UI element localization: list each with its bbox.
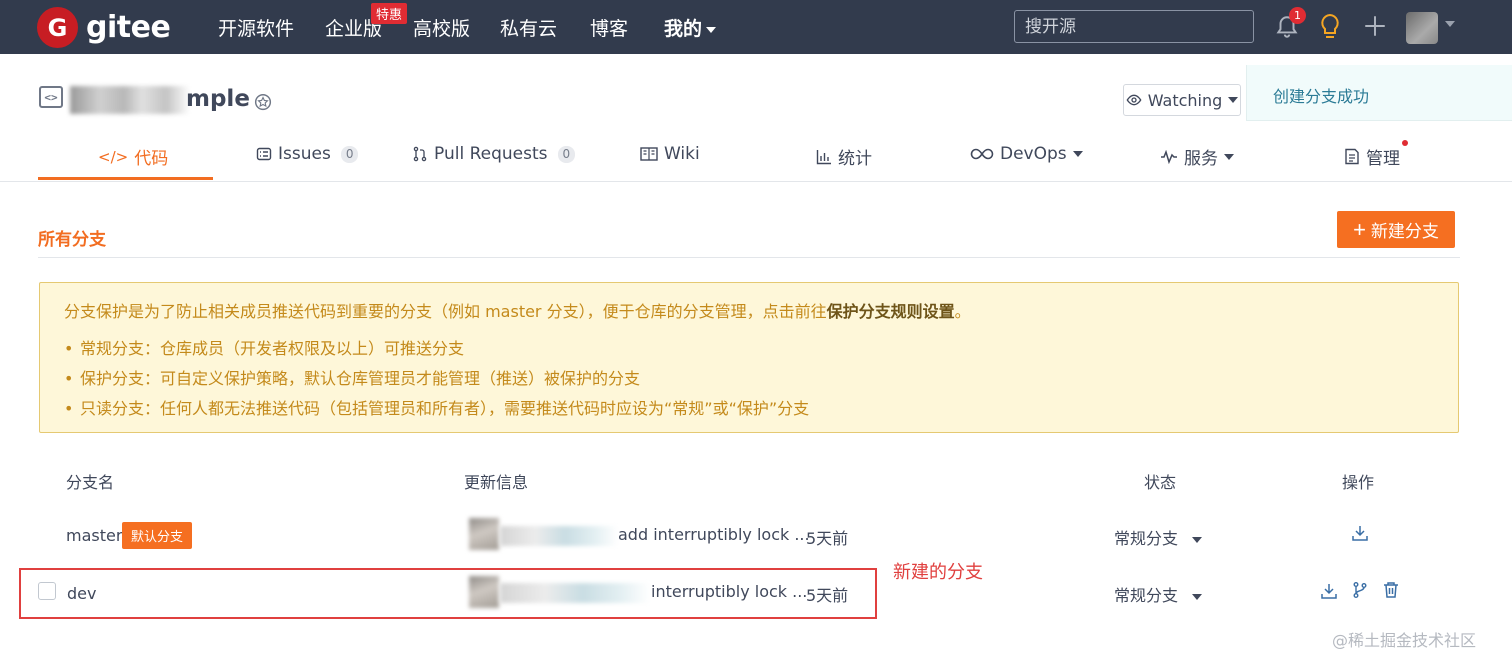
issues-count: 0	[340, 145, 359, 163]
gitee-logo-icon: G	[37, 7, 78, 48]
document-icon	[1345, 148, 1359, 165]
watermark: @稀土掘金技术社区	[1332, 631, 1477, 650]
services-chevron-down-icon	[1224, 153, 1234, 160]
tab-issues[interactable]: Issues 0	[256, 144, 359, 164]
tab-devops-label: DevOps	[1000, 144, 1067, 164]
annotation-label: 新建的分支	[893, 562, 983, 583]
search-input[interactable]	[1014, 10, 1254, 43]
pull-requests-count: 0	[557, 145, 576, 163]
code-icon: </>	[98, 147, 129, 166]
protection-settings-link[interactable]: 保护分支规则设置	[827, 302, 955, 321]
eye-icon	[1126, 94, 1142, 106]
issues-icon	[256, 147, 272, 161]
branch-status-select[interactable]: 常规分支	[1114, 582, 1203, 606]
chevron-down-icon	[706, 26, 717, 33]
notice-item-protected: 保护分支：可自定义保护策略，默认仓库管理员才能管理（推送）被保护的分支	[64, 364, 1434, 394]
new-branch-label: 新建分支	[1370, 222, 1439, 241]
notice-item-regular: 常规分支：仓库成员（开发者权限及以上）可推送分支	[64, 334, 1434, 364]
gitee-logo-text: gitee	[86, 10, 171, 45]
plus-icon: +	[1353, 216, 1366, 242]
nav-blog[interactable]: 博客	[590, 14, 628, 41]
success-toast: 创建分支成功	[1246, 65, 1512, 121]
tab-wiki-label: Wiki	[664, 144, 700, 164]
repo-code-icon: <>	[39, 86, 63, 108]
notification-count-badge: 1	[1289, 7, 1306, 24]
infinity-icon	[970, 148, 994, 160]
active-tab-indicator	[38, 177, 213, 180]
tab-wiki[interactable]: Wiki	[640, 144, 700, 164]
gitee-logo[interactable]: G gitee	[37, 7, 171, 48]
notice-list: 常规分支：仓库成员（开发者权限及以上）可推送分支 保护分支：可自定义保护策略，默…	[64, 334, 1434, 424]
nav-university[interactable]: 高校版	[413, 14, 470, 41]
plus-icon[interactable]	[1362, 13, 1388, 39]
watch-label: Watching	[1147, 90, 1223, 110]
user-avatar[interactable]	[1406, 12, 1438, 44]
watch-button[interactable]: Watching	[1123, 84, 1241, 116]
watch-chevron-down-icon	[1228, 97, 1239, 103]
notice-item-readonly: 只读分支：任何人都无法推送代码（包括管理员和所有者），需要推送代码时应设为“常规…	[64, 394, 1434, 424]
tab-services[interactable]: 服务	[1160, 144, 1234, 169]
chevron-down-icon	[1192, 593, 1203, 600]
notice-intro: 分支保护是为了防止相关成员推送代码到重要的分支（例如 master 分支），便于…	[64, 300, 1434, 323]
branch-protection-notice: 分支保护是为了防止相关成员推送代码到重要的分支（例如 master 分支），便于…	[39, 282, 1459, 433]
tab-pull-requests[interactable]: Pull Requests 0	[412, 144, 576, 164]
pull-request-icon	[413, 146, 427, 162]
column-header-status: 状态	[1144, 473, 1177, 492]
manage-alert-dot	[1402, 140, 1408, 146]
tab-manage-label: 管理	[1366, 149, 1400, 169]
branch-name-master[interactable]: master	[66, 526, 122, 545]
chevron-down-icon	[1192, 536, 1203, 543]
tab-issues-label: Issues	[278, 144, 331, 164]
commit-time: 5天前	[806, 529, 849, 548]
column-header-update: 更新信息	[464, 473, 529, 492]
tab-stats-label: 统计	[838, 149, 872, 169]
tab-services-label: 服务	[1184, 149, 1218, 169]
bar-chart-icon	[816, 149, 831, 164]
section-divider	[38, 257, 1460, 258]
recommend-badge-icon	[254, 94, 272, 111]
repo-tabs: </> 代码 Issues 0 Pull Requests 0 Wiki 统计	[0, 134, 1512, 182]
nav-mine-label: 我的	[664, 18, 703, 40]
branch-status-select[interactable]: 常规分支	[1114, 525, 1203, 549]
repo-name[interactable]: mple	[186, 86, 250, 112]
column-header-branch: 分支名	[66, 473, 115, 492]
new-branch-highlight	[19, 568, 877, 619]
nav-mine[interactable]: 我的	[664, 14, 717, 41]
tab-code[interactable]: </> 代码	[98, 144, 169, 170]
notice-intro-end: 。	[954, 302, 971, 321]
tab-manage[interactable]: 管理	[1344, 144, 1400, 169]
top-navbar: G gitee 开源软件 企业版 特惠 高校版 私有云 博客 我的 1	[0, 0, 1512, 54]
committer-avatar	[469, 518, 499, 550]
book-icon	[640, 147, 658, 161]
devops-chevron-down-icon	[1072, 151, 1083, 157]
tab-code-label: 代码	[134, 149, 169, 169]
download-icon[interactable]	[1351, 524, 1369, 542]
avatar-chevron-down-icon[interactable]	[1445, 21, 1455, 27]
pulse-icon	[1161, 149, 1177, 164]
page-title: 所有分支	[38, 230, 106, 250]
committer-name-redacted	[500, 526, 618, 546]
column-header-actions: 操作	[1342, 473, 1375, 492]
download-icon[interactable]	[1320, 582, 1338, 600]
nav-private-cloud[interactable]: 私有云	[500, 14, 557, 41]
new-branch-button[interactable]: + 新建分支	[1337, 211, 1455, 248]
notice-intro-text: 分支保护是为了防止相关成员推送代码到重要的分支（例如 master 分支），便于…	[64, 302, 827, 321]
lightbulb-icon[interactable]	[1318, 12, 1342, 42]
branch-status-value: 常规分支	[1114, 586, 1179, 605]
promo-badge: 特惠	[371, 3, 408, 24]
nav-open-source[interactable]: 开源软件	[218, 14, 294, 41]
tab-stats[interactable]: 统计	[816, 144, 872, 169]
branch-icon[interactable]	[1351, 581, 1369, 599]
trash-icon[interactable]	[1382, 581, 1400, 599]
tab-devops[interactable]: DevOps	[970, 144, 1083, 164]
repo-name-redacted	[70, 86, 190, 114]
branch-status-value: 常规分支	[1114, 529, 1179, 548]
default-branch-badge: 默认分支	[122, 522, 193, 549]
tab-pull-requests-label: Pull Requests	[434, 144, 548, 164]
commit-message[interactable]: add interruptibly lock ...	[618, 525, 810, 544]
